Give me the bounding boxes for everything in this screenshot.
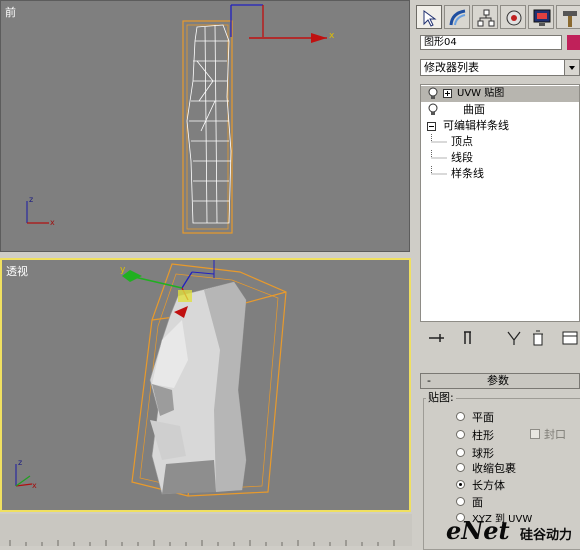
- option-label: 长方体: [472, 479, 505, 492]
- rollout-title: 参数: [487, 374, 509, 387]
- display-monitor-icon: [533, 9, 551, 26]
- stack-item-label: UVW 贴图: [457, 88, 505, 99]
- stack-item-label: 顶点: [451, 135, 473, 148]
- radio-face[interactable]: [456, 497, 465, 506]
- stack-item-label: 曲面: [463, 103, 485, 116]
- lightbulb-icon: [428, 103, 438, 115]
- stack-subitem-vertex[interactable]: 顶点: [421, 134, 579, 150]
- tripod-label-x: x: [50, 218, 55, 227]
- timeline-ticks: [9, 540, 395, 546]
- front-viewport-scene: x z x: [26, 4, 335, 234]
- collapse-minus-icon[interactable]: [427, 122, 436, 131]
- mapping-group-title: 贴图:: [426, 389, 456, 405]
- radio-box[interactable]: [456, 480, 465, 489]
- stack-toolbar: [418, 326, 580, 350]
- stack-item-label: 可编辑样条线: [443, 119, 509, 132]
- option-label: 平面: [472, 411, 494, 424]
- timeline-ruler[interactable]: [0, 514, 412, 546]
- stack-item-editable-spline[interactable]: 可编辑样条线: [421, 118, 579, 134]
- modifier-list-label: 修改器列表: [424, 61, 479, 74]
- object-name-field[interactable]: 图形04: [420, 35, 562, 50]
- radio-shrink-wrap[interactable]: [456, 463, 465, 472]
- motion-tab[interactable]: [500, 5, 526, 29]
- stack-item-surface[interactable]: 曲面: [421, 102, 579, 118]
- rollout-parameters-header[interactable]: - 参数: [420, 373, 580, 389]
- radio-spherical[interactable]: [456, 448, 465, 457]
- option-label: 收缩包裹: [472, 462, 516, 475]
- perspective-viewport-scene: y z x: [15, 260, 287, 497]
- persp-axis-label-y: y: [120, 265, 126, 275]
- pin-stack-icon[interactable]: [426, 328, 446, 348]
- enet-watermark: eNet 硅谷动力: [446, 516, 580, 546]
- hammer-icon: [563, 11, 577, 27]
- create-tab[interactable]: [416, 5, 442, 29]
- stack-item-label: 线段: [451, 151, 473, 164]
- modifier-list-dropdown[interactable]: 修改器列表: [420, 59, 580, 76]
- tree-connector: [431, 166, 447, 175]
- persp-tripod-label-z: z: [18, 458, 22, 467]
- lightbulb-icon: [428, 87, 438, 99]
- hierarchy-icon: [477, 9, 495, 27]
- tripod-label-z: z: [29, 195, 33, 204]
- stack-subitem-segment[interactable]: 线段: [421, 150, 579, 166]
- show-end-result-icon[interactable]: [458, 328, 478, 348]
- command-panel-tabs: [414, 2, 580, 30]
- option-label: 柱形: [472, 429, 494, 442]
- tree-connector: [431, 134, 447, 143]
- perspective-viewport[interactable]: 透视 y z x: [0, 258, 411, 512]
- option-label: 面: [472, 496, 483, 509]
- tree-connector: [431, 150, 447, 159]
- cap-label: 封口: [544, 428, 566, 441]
- object-color-swatch[interactable]: [567, 35, 580, 50]
- modify-bend-icon: [449, 9, 466, 26]
- option-label: 球形: [472, 447, 494, 460]
- expand-plus-icon[interactable]: [443, 89, 452, 98]
- command-panel: 图形04 修改器列表 UVW 贴图 曲面 可编辑样条线 顶点 线段 样条线 - …: [414, 0, 580, 550]
- stack-item-label: 样条线: [451, 167, 484, 180]
- radio-planar[interactable]: [456, 412, 465, 421]
- modifier-stack[interactable]: UVW 贴图 曲面 可编辑样条线 顶点 线段 样条线: [420, 84, 580, 322]
- hierarchy-tab[interactable]: [472, 5, 498, 29]
- stack-item-uvw-map[interactable]: UVW 贴图: [421, 86, 579, 102]
- watermark-brand: eNet: [446, 516, 510, 545]
- make-unique-icon[interactable]: [504, 328, 524, 348]
- persp-tripod-label-x: x: [32, 481, 37, 490]
- stack-subitem-spline[interactable]: 样条线: [421, 166, 579, 182]
- remove-modifier-icon[interactable]: [528, 328, 548, 348]
- radio-cylindrical[interactable]: [456, 430, 465, 439]
- dropdown-arrow-icon[interactable]: [564, 60, 579, 75]
- axis-label-x: x: [329, 31, 335, 41]
- rollout-collapse-icon: -: [427, 374, 431, 387]
- cap-checkbox[interactable]: [530, 429, 540, 439]
- front-viewport[interactable]: 前 x z x: [0, 0, 410, 252]
- configure-sets-icon[interactable]: [560, 328, 580, 348]
- utilities-tab[interactable]: [556, 5, 580, 29]
- modify-tab[interactable]: [444, 5, 470, 29]
- watermark-suffix: 硅谷动力: [520, 528, 573, 543]
- display-tab[interactable]: [528, 5, 554, 29]
- motion-icon: [506, 10, 522, 26]
- cursor-icon: [423, 10, 437, 27]
